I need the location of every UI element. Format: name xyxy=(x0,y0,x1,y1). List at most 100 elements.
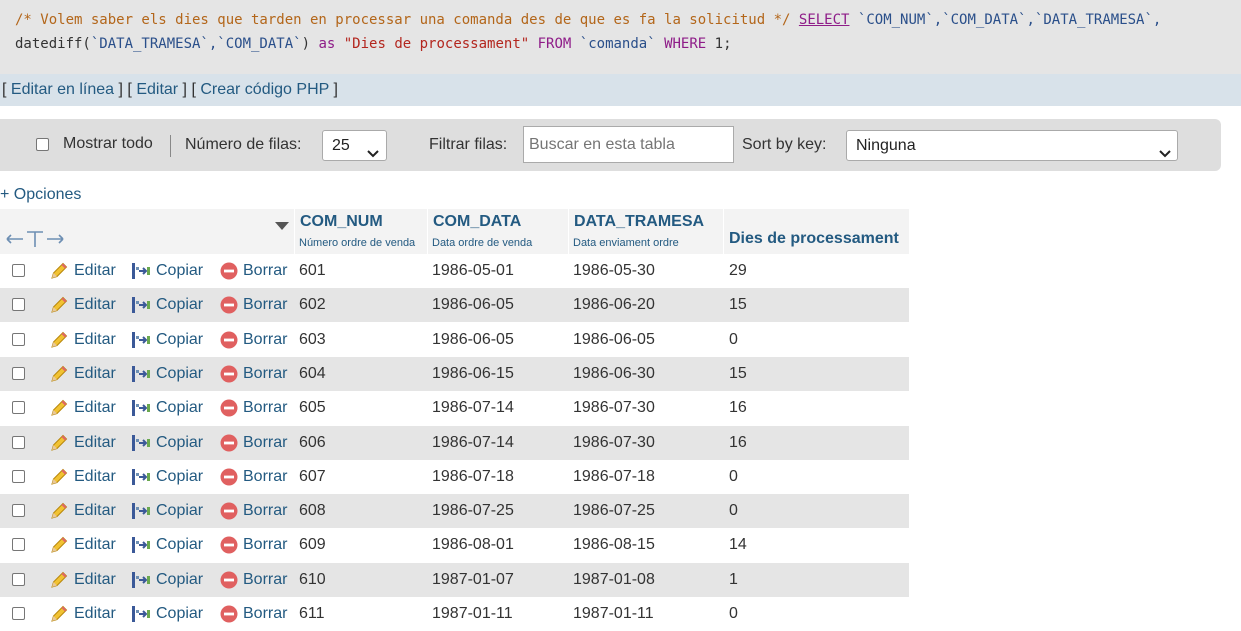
row-copy-link[interactable]: Copiar xyxy=(156,528,203,562)
delete-icon[interactable] xyxy=(220,399,238,422)
copy-icon[interactable] xyxy=(130,330,152,355)
sort-by-key-label: Sort by key: xyxy=(742,136,827,153)
row-edit-link[interactable]: Editar xyxy=(74,460,116,494)
row-copy-link[interactable]: Copiar xyxy=(156,357,203,391)
filter-rows-input[interactable] xyxy=(523,126,734,163)
row-copy-link[interactable]: Copiar xyxy=(156,494,203,528)
column-header-com-num[interactable]: COM_NUM Número ordre de venda xyxy=(295,209,428,254)
row-copy-link[interactable]: Copiar xyxy=(156,460,203,494)
row-edit-link[interactable]: Editar xyxy=(74,391,116,425)
row-copy-link[interactable]: Copiar xyxy=(156,597,203,631)
pencil-icon[interactable] xyxy=(49,295,69,320)
delete-icon[interactable] xyxy=(220,468,238,491)
delete-icon[interactable] xyxy=(220,262,238,285)
row-edit-link[interactable]: Editar xyxy=(74,597,116,631)
row-select-checkbox[interactable] xyxy=(12,607,25,620)
copy-icon[interactable] xyxy=(130,467,152,492)
column-resize-arrows-icon[interactable] xyxy=(5,229,65,254)
copy-icon[interactable] xyxy=(130,604,152,629)
column-header-com-data[interactable]: COM_DATA Data ordre de venda xyxy=(428,209,569,254)
edit-query-link[interactable]: Editar xyxy=(136,81,178,98)
column-header-data-tramesa[interactable]: DATA_TRAMESA Data enviament ordre xyxy=(569,209,724,254)
delete-icon[interactable] xyxy=(220,365,238,388)
copy-icon[interactable] xyxy=(130,398,152,423)
row-select-checkbox[interactable] xyxy=(12,298,25,311)
row-delete-link[interactable]: Borrar xyxy=(243,563,287,597)
sql-select-keyword[interactable]: SELECT xyxy=(799,12,850,28)
row-edit-link[interactable]: Editar xyxy=(74,528,116,562)
copy-icon[interactable] xyxy=(130,570,152,595)
row-select-checkbox[interactable] xyxy=(12,264,25,277)
row-delete-link[interactable]: Borrar xyxy=(243,391,287,425)
sort-by-key-select[interactable]: Ninguna xyxy=(846,130,1178,161)
row-edit-link[interactable]: Editar xyxy=(74,494,116,528)
row-delete-link[interactable]: Borrar xyxy=(243,288,287,322)
pencil-icon[interactable] xyxy=(49,261,69,286)
column-header-dies-processament[interactable]: Dies de processament xyxy=(724,209,909,254)
row-select-checkbox[interactable] xyxy=(12,401,25,414)
row-delete-link[interactable]: Borrar xyxy=(243,357,287,391)
pencil-icon[interactable] xyxy=(49,535,69,560)
options-toggle-link[interactable]: + Opciones xyxy=(0,186,81,204)
pencil-icon[interactable] xyxy=(49,604,69,629)
row-edit-link[interactable]: Editar xyxy=(74,323,116,357)
row-delete-link[interactable]: Borrar xyxy=(243,254,287,288)
pencil-icon[interactable] xyxy=(49,570,69,595)
row-copy-link[interactable]: Copiar xyxy=(156,563,203,597)
pencil-icon[interactable] xyxy=(49,467,69,492)
sort-triangle-icon[interactable] xyxy=(275,219,289,237)
pencil-icon[interactable] xyxy=(49,364,69,389)
row-select-checkbox[interactable] xyxy=(12,538,25,551)
row-copy-link[interactable]: Copiar xyxy=(156,426,203,460)
copy-icon[interactable] xyxy=(130,433,152,458)
row-copy-link[interactable]: Copiar xyxy=(156,254,203,288)
row-delete-link[interactable]: Borrar xyxy=(243,528,287,562)
table-navigation-bar: Mostrar todo Número de filas: 25 Filtrar… xyxy=(0,119,1221,171)
create-php-code-link[interactable]: Crear código PHP xyxy=(200,81,329,98)
row-select-checkbox[interactable] xyxy=(12,436,25,449)
row-select-checkbox[interactable] xyxy=(12,470,25,483)
copy-icon[interactable] xyxy=(130,261,152,286)
row-delete-link[interactable]: Borrar xyxy=(243,494,287,528)
pencil-icon[interactable] xyxy=(49,501,69,526)
row-edit-link[interactable]: Editar xyxy=(74,563,116,597)
sql-alias: "Dies de processament" xyxy=(343,36,530,52)
column-title[interactable]: COM_DATA xyxy=(433,213,521,231)
delete-icon[interactable] xyxy=(220,571,238,594)
column-title[interactable]: DATA_TRAMESA xyxy=(574,213,704,231)
delete-icon[interactable] xyxy=(220,296,238,319)
row-copy-link[interactable]: Copiar xyxy=(156,323,203,357)
edit-inline-link[interactable]: Editar en línea xyxy=(11,81,114,98)
column-title[interactable]: COM_NUM xyxy=(300,213,383,231)
copy-icon[interactable] xyxy=(130,535,152,560)
rows-count-select[interactable]: 25 xyxy=(322,130,387,161)
row-copy-link[interactable]: Copiar xyxy=(156,391,203,425)
row-delete-link[interactable]: Borrar xyxy=(243,323,287,357)
show-all-label[interactable]: Mostrar todo xyxy=(63,119,153,171)
delete-icon[interactable] xyxy=(220,434,238,457)
pencil-icon[interactable] xyxy=(49,398,69,423)
row-select-checkbox[interactable] xyxy=(12,504,25,517)
copy-icon[interactable] xyxy=(130,364,152,389)
row-edit-link[interactable]: Editar xyxy=(74,357,116,391)
column-title[interactable]: Dies de processament xyxy=(729,230,899,248)
pencil-icon[interactable] xyxy=(49,330,69,355)
row-delete-link[interactable]: Borrar xyxy=(243,460,287,494)
show-all-checkbox[interactable] xyxy=(36,138,49,151)
delete-icon[interactable] xyxy=(220,502,238,525)
row-select-checkbox[interactable] xyxy=(12,333,25,346)
copy-icon[interactable] xyxy=(130,501,152,526)
row-edit-link[interactable]: Editar xyxy=(74,426,116,460)
copy-icon[interactable] xyxy=(130,295,152,320)
row-delete-link[interactable]: Borrar xyxy=(243,597,287,631)
cell-com-data: 1986-06-05 xyxy=(432,296,514,313)
delete-icon[interactable] xyxy=(220,536,238,559)
row-delete-link[interactable]: Borrar xyxy=(243,426,287,460)
row-select-checkbox[interactable] xyxy=(12,573,25,586)
row-copy-link[interactable]: Copiar xyxy=(156,288,203,322)
delete-icon[interactable] xyxy=(220,331,238,354)
row-select-checkbox[interactable] xyxy=(12,367,25,380)
row-edit-link[interactable]: Editar xyxy=(74,254,116,288)
row-edit-link[interactable]: Editar xyxy=(74,288,116,322)
pencil-icon[interactable] xyxy=(49,433,69,458)
